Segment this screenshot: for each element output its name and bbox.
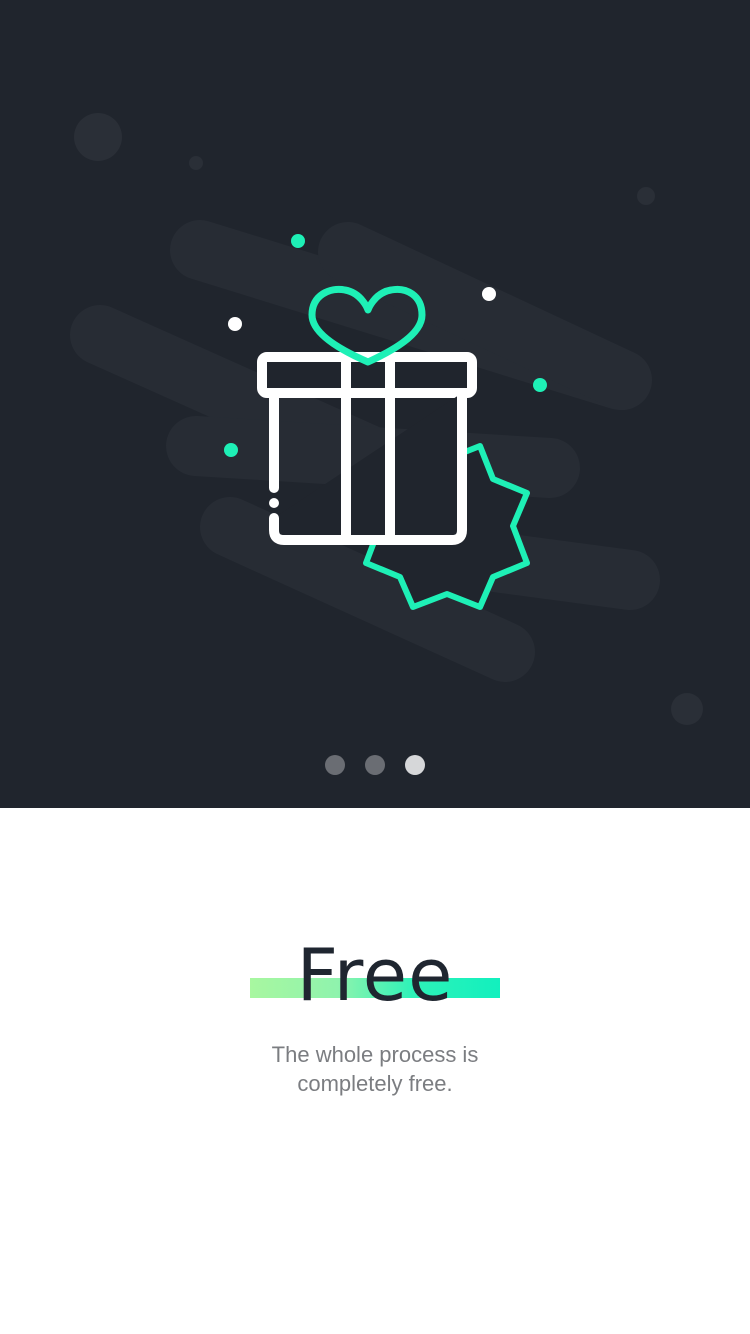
onboarding-hero — [0, 0, 750, 808]
pager-dot-1[interactable] — [325, 755, 345, 775]
page-title: Free — [296, 933, 454, 1017]
pager-dot-3-active[interactable] — [405, 755, 425, 775]
title-group: Free — [250, 933, 500, 1017]
onboarding-content: Free The whole process is completely fre… — [0, 808, 750, 1334]
pager-dots — [0, 755, 750, 775]
hero-illustration — [70, 113, 703, 725]
subtitle-line-1: The whole process is — [271, 1042, 479, 1067]
page-subtitle: The whole process is completely free. — [175, 1040, 575, 1098]
subtitle-line-2: completely free. — [297, 1071, 453, 1096]
pager-dot-2[interactable] — [365, 755, 385, 775]
